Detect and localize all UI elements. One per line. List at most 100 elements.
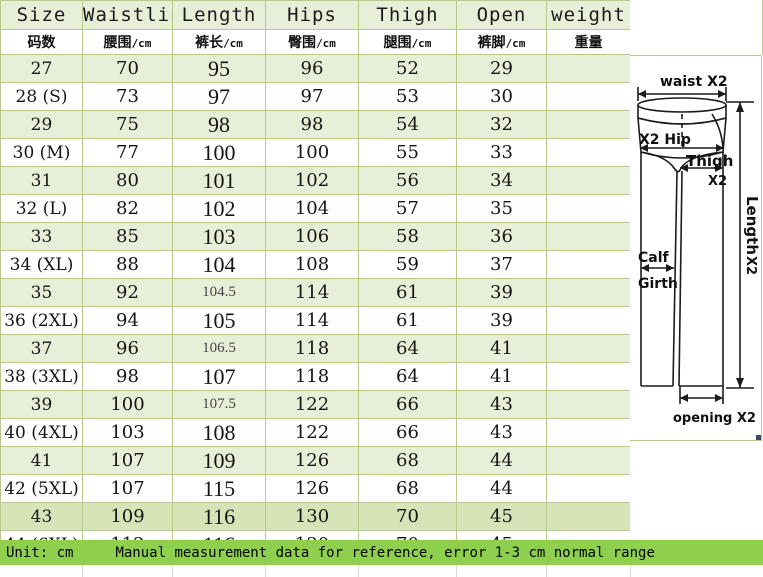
cell-weight — [546, 138, 631, 167]
cell-weight — [546, 334, 631, 363]
cell-hips: 106 — [265, 222, 359, 251]
cell-hips: 130 — [265, 502, 359, 531]
cell-size: 43 — [0, 502, 83, 531]
cell-weight — [546, 474, 631, 503]
cell-hips: 114 — [265, 306, 359, 335]
cell-hips: 118 — [265, 334, 359, 363]
col-header-weight: weight — [546, 0, 631, 30]
cell-length: 102 — [172, 194, 266, 223]
cell-open: 41 — [456, 362, 547, 391]
cell-open: 44 — [456, 474, 547, 503]
cell-waistline: 75 — [82, 110, 173, 139]
cell-waistline: 103 — [82, 418, 173, 447]
cell-weight — [546, 166, 631, 195]
col-subheader-open-unit: /cm — [505, 37, 526, 50]
col-subheader-hips-label: 臀围 — [288, 35, 317, 51]
table-row: 34 (XL) 88 104 108 59 37 — [0, 250, 631, 279]
col-subheader-waistline-unit: /cm — [131, 37, 152, 50]
col-subheader-thigh-unit: /cm — [411, 37, 432, 50]
cell-waistline: 94 — [82, 306, 173, 335]
cell-thigh: 61 — [358, 306, 457, 335]
table-row: 35 92 104.5 114 61 39 — [0, 278, 631, 307]
cell-waistline: 92 — [82, 278, 173, 307]
cell-waistline: 73 — [82, 82, 173, 111]
cell-open: 35 — [456, 194, 547, 223]
cell-waistline: 85 — [82, 222, 173, 251]
cell-size: 42 (5XL) — [0, 474, 83, 503]
cell-open: 45 — [456, 502, 547, 531]
col-subheader-length-unit: /cm — [223, 37, 243, 50]
cell-hips: 118 — [265, 362, 359, 391]
cell-hips: 108 — [265, 250, 359, 279]
size-chart-table: Size Waistline Length Hips Thigh Open we… — [0, 0, 631, 559]
table-row: 37 96 106.5 118 64 41 — [0, 334, 631, 363]
cell-size: 28 (S) — [0, 82, 83, 111]
cell-thigh: 53 — [358, 82, 457, 111]
col-header-waistline: Waistline — [82, 0, 173, 30]
cell-length: 105 — [172, 306, 266, 335]
col-subheader-length-label: 裤长 — [195, 35, 224, 51]
table-row: 40 (4XL) 103 108 122 66 43 — [0, 418, 631, 447]
cell-length: 108 — [172, 418, 266, 447]
diagram-label-length: Length — [743, 196, 760, 255]
cell-hips: 102 — [265, 166, 359, 195]
cell-thigh: 57 — [358, 194, 457, 223]
cell-length: 109 — [172, 446, 266, 475]
cell-length: 98 — [172, 110, 266, 139]
table-row: 36 (2XL) 94 105 114 61 39 — [0, 306, 631, 335]
corner-marker — [756, 435, 761, 440]
cell-length: 107 — [172, 362, 266, 391]
cell-length: 97 — [172, 82, 266, 111]
cell-size: 33 — [0, 222, 83, 251]
cell-thigh: 66 — [358, 390, 457, 419]
cell-open: 39 — [456, 306, 547, 335]
cell-open: 33 — [456, 138, 547, 167]
cell-hips: 97 — [265, 82, 359, 111]
cell-length: 101 — [172, 166, 266, 195]
cell-open: 41 — [456, 334, 547, 363]
footer-unit-label: Unit: cm — [6, 544, 74, 561]
table-row: 27 70 95 96 52 29 — [0, 54, 631, 83]
diagram-label-hip: X2 Hip — [639, 132, 691, 148]
pants-measurement-diagram: waist X2 X2 Hip Thigh X2 Calf Girth Leng… — [630, 55, 762, 441]
cell-size: 30 (M) — [0, 138, 83, 167]
cell-waistline: 82 — [82, 194, 173, 223]
cell-size: 27 — [0, 54, 83, 83]
cell-waistline: 107 — [82, 474, 173, 503]
col-subheader-length: 裤长/cm — [172, 29, 266, 55]
cell-open: 43 — [456, 418, 547, 447]
cell-size: 36 (2XL) — [0, 306, 83, 335]
cell-weight — [546, 250, 631, 279]
cell-size: 40 (4XL) — [0, 418, 83, 447]
col-subheader-hips: 臀围/cm — [265, 29, 359, 55]
cell-waistline: 77 — [82, 138, 173, 167]
cell-size: 39 — [0, 390, 83, 419]
cell-weight — [546, 54, 631, 83]
col-subheader-size: 码数 — [0, 29, 83, 55]
table-row: 30 (M) 77 100 100 55 33 — [0, 138, 631, 167]
cell-open: 37 — [456, 250, 547, 279]
col-header-thigh: Thigh — [358, 0, 457, 30]
cell-hips: 96 — [265, 54, 359, 83]
cell-hips: 122 — [265, 418, 359, 447]
col-subheader-open: 裤脚/cm — [456, 29, 547, 55]
cell-thigh: 52 — [358, 54, 457, 83]
cell-length: 115 — [172, 474, 266, 503]
table-row: 39 100 107.5 122 66 43 — [0, 390, 631, 419]
cell-hips: 98 — [265, 110, 359, 139]
col-subheader-thigh-label: 腿围 — [383, 35, 412, 51]
cell-weight — [546, 418, 631, 447]
header-row-chinese: 码数 腰围/cm 裤长/cm 臀围/cm 腿围/cm 裤脚/cm 重量 — [0, 29, 631, 55]
cell-open: 32 — [456, 110, 547, 139]
cell-length: 107.5 — [172, 390, 266, 419]
cell-thigh: 70 — [358, 502, 457, 531]
cell-weight — [546, 222, 631, 251]
cell-length: 95 — [172, 54, 266, 83]
cell-thigh: 58 — [358, 222, 457, 251]
cell-open: 34 — [456, 166, 547, 195]
cell-thigh: 68 — [358, 474, 457, 503]
cell-waistline: 88 — [82, 250, 173, 279]
diagram-top-spacer — [630, 0, 763, 55]
col-subheader-weight-label: 重量 — [574, 35, 603, 51]
col-subheader-thigh: 腿围/cm — [358, 29, 457, 55]
